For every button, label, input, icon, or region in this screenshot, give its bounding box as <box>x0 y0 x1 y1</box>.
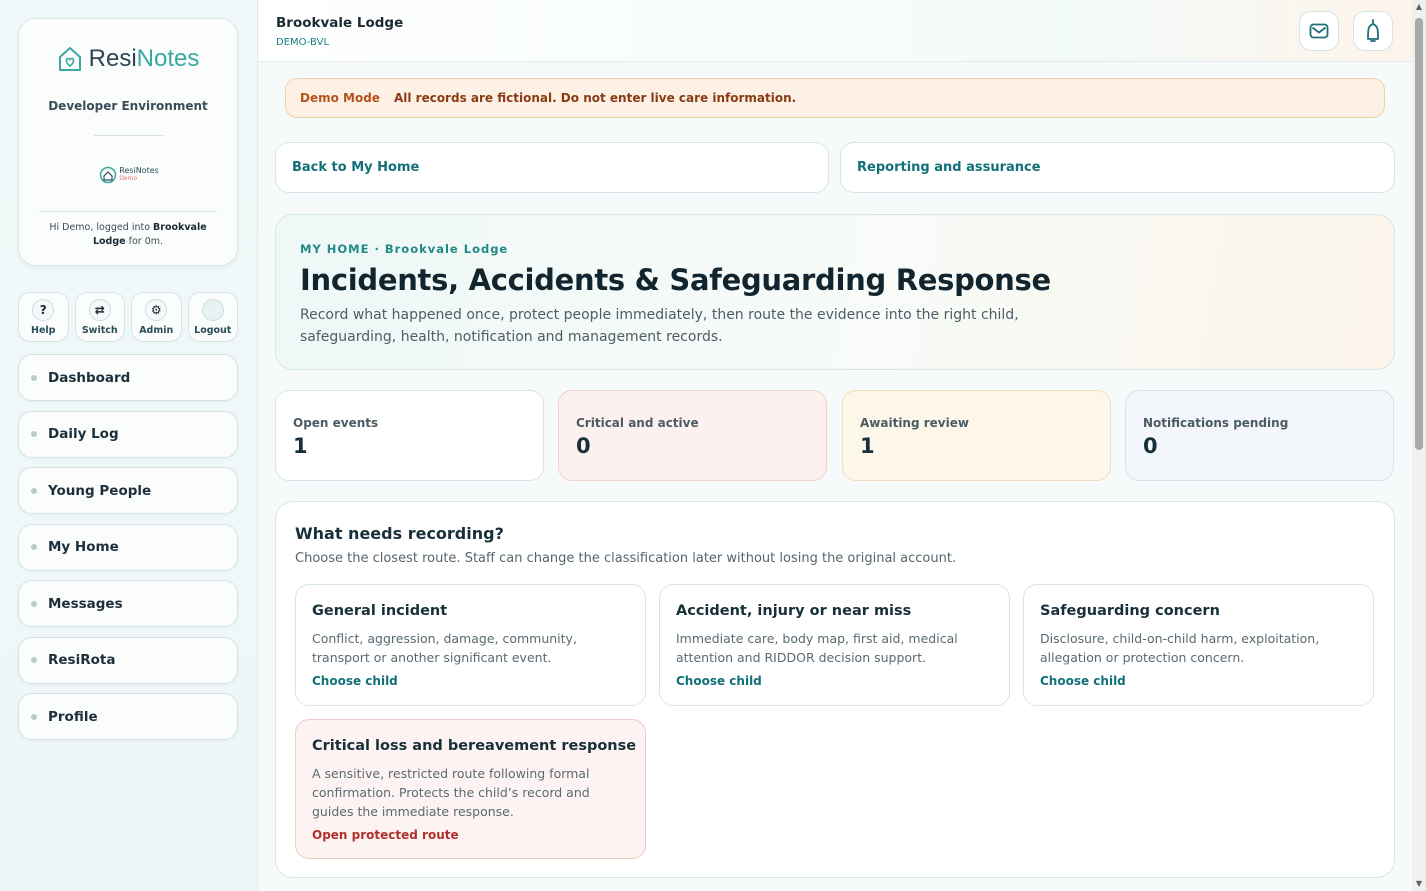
current-home-name: Brookvale Lodge <box>276 15 404 31</box>
main-content: Demo Mode All records are fictional. Do … <box>258 62 1412 891</box>
bullet-icon <box>31 487 37 494</box>
mail-icon <box>1309 23 1329 39</box>
stat-awaiting-review[interactable]: Awaiting review 1 <box>842 390 1111 481</box>
page-description: Record what happened once, protect peopl… <box>300 307 1019 345</box>
home-logo-icon <box>99 166 117 184</box>
brand-card: ResiNotes Developer Environment ResiNote… <box>18 18 238 266</box>
reporting-and-assurance-link[interactable]: Reporting and assurance <box>840 142 1395 193</box>
gear-icon: ⚙ <box>145 298 168 321</box>
stat-notifications-pending[interactable]: Notifications pending 0 <box>1125 390 1394 481</box>
route-accident-injury[interactable]: Accident, injury or near miss Immediate … <box>659 584 1010 706</box>
divider <box>39 211 217 212</box>
route-safeguarding-concern[interactable]: Safeguarding concern Disclosure, child-o… <box>1023 584 1374 706</box>
page-hero: MY HOME · Brookvale Lodge Incidents, Acc… <box>275 214 1395 370</box>
house-heart-icon <box>58 47 81 71</box>
page-title: Incidents, Accidents & Safeguarding Resp… <box>300 263 1051 297</box>
current-home-code: DEMO-BVL <box>276 37 330 48</box>
environment-label: Developer Environment <box>48 99 208 113</box>
quick-actions: ? Help ⇄ Switch ⚙ Admin Logout <box>18 292 238 342</box>
back-to-my-home-link[interactable]: Back to My Home <box>275 142 829 193</box>
section-title: What needs recording? <box>295 524 504 543</box>
help-button[interactable]: ? Help <box>18 292 69 342</box>
brand-name: ResiNotes <box>88 45 200 72</box>
choose-child-link[interactable]: Choose child <box>312 674 398 688</box>
bullet-icon <box>31 374 37 381</box>
demo-mode-message: All records are fictional. Do not enter … <box>393 91 797 105</box>
open-protected-route-link[interactable]: Open protected route <box>312 828 459 842</box>
choose-child-link[interactable]: Choose child <box>1040 674 1126 688</box>
recording-routes-panel: What needs recording? Choose the closest… <box>275 501 1395 878</box>
route-critical-loss-bereavement[interactable]: Critical loss and bereavement response A… <box>295 719 646 859</box>
nav-item-daily-log[interactable]: Daily Log <box>18 410 238 458</box>
switch-button[interactable]: ⇄ Switch <box>74 292 125 342</box>
help-icon: ? <box>32 298 55 321</box>
scroll-down-icon[interactable]: ▼ <box>1414 879 1424 889</box>
bullet-icon <box>31 600 37 607</box>
logout-button[interactable]: Logout <box>187 292 238 342</box>
route-general-incident[interactable]: General incident Conflict, aggression, d… <box>295 584 646 706</box>
admin-button[interactable]: ⚙ Admin <box>131 292 182 342</box>
home-logo-name: ResiNotes <box>119 166 159 175</box>
brand-logo[interactable]: ResiNotes <box>19 45 237 73</box>
logout-icon <box>201 298 224 321</box>
bullet-icon <box>31 713 37 720</box>
demo-mode-banner: Demo Mode All records are fictional. Do … <box>285 78 1385 118</box>
home-logo: ResiNotes Demo <box>97 161 161 189</box>
stat-open-events[interactable]: Open events 1 <box>275 390 544 481</box>
bell-icon <box>1367 19 1379 42</box>
nav-item-dashboard[interactable]: Dashboard <box>18 354 238 401</box>
home-logo-tag: Demo <box>119 175 138 182</box>
scroll-up-icon[interactable]: ▲ <box>1414 2 1424 12</box>
bullet-icon <box>31 431 37 437</box>
nav-item-my-home[interactable]: My Home <box>18 523 238 571</box>
top-header: Brookvale Lodge DEMO-BVL <box>258 0 1412 62</box>
session-info: Hi Demo, logged into Brookvale Lodge for… <box>49 222 207 247</box>
section-subtitle: Choose the closest route. Staff can chan… <box>295 551 957 566</box>
nav-item-messages[interactable]: Messages <box>18 580 238 627</box>
notifications-button[interactable] <box>1353 11 1393 51</box>
choose-child-link[interactable]: Choose child <box>676 674 762 688</box>
messages-button[interactable] <box>1299 11 1339 51</box>
page-scrollbar[interactable]: ▲ ▼ <box>1412 0 1426 891</box>
bullet-icon <box>31 657 37 663</box>
bullet-icon <box>31 544 37 550</box>
scrollbar-thumb[interactable] <box>1415 18 1423 450</box>
nav-item-profile[interactable]: Profile <box>18 693 238 740</box>
stat-critical-and-active[interactable]: Critical and active 0 <box>558 390 827 481</box>
demo-mode-tag: Demo Mode <box>300 91 380 105</box>
nav-item-young-people[interactable]: Young People <box>18 467 238 514</box>
divider <box>94 135 164 136</box>
switch-icon: ⇄ <box>88 298 111 321</box>
sidebar: ResiNotes Developer Environment ResiNote… <box>0 0 258 891</box>
breadcrumb: MY HOME · Brookvale Lodge <box>300 242 509 256</box>
main-nav: Dashboard Daily Log Young People My Home… <box>18 354 238 750</box>
nav-item-resirota[interactable]: ResiRota <box>18 636 238 684</box>
